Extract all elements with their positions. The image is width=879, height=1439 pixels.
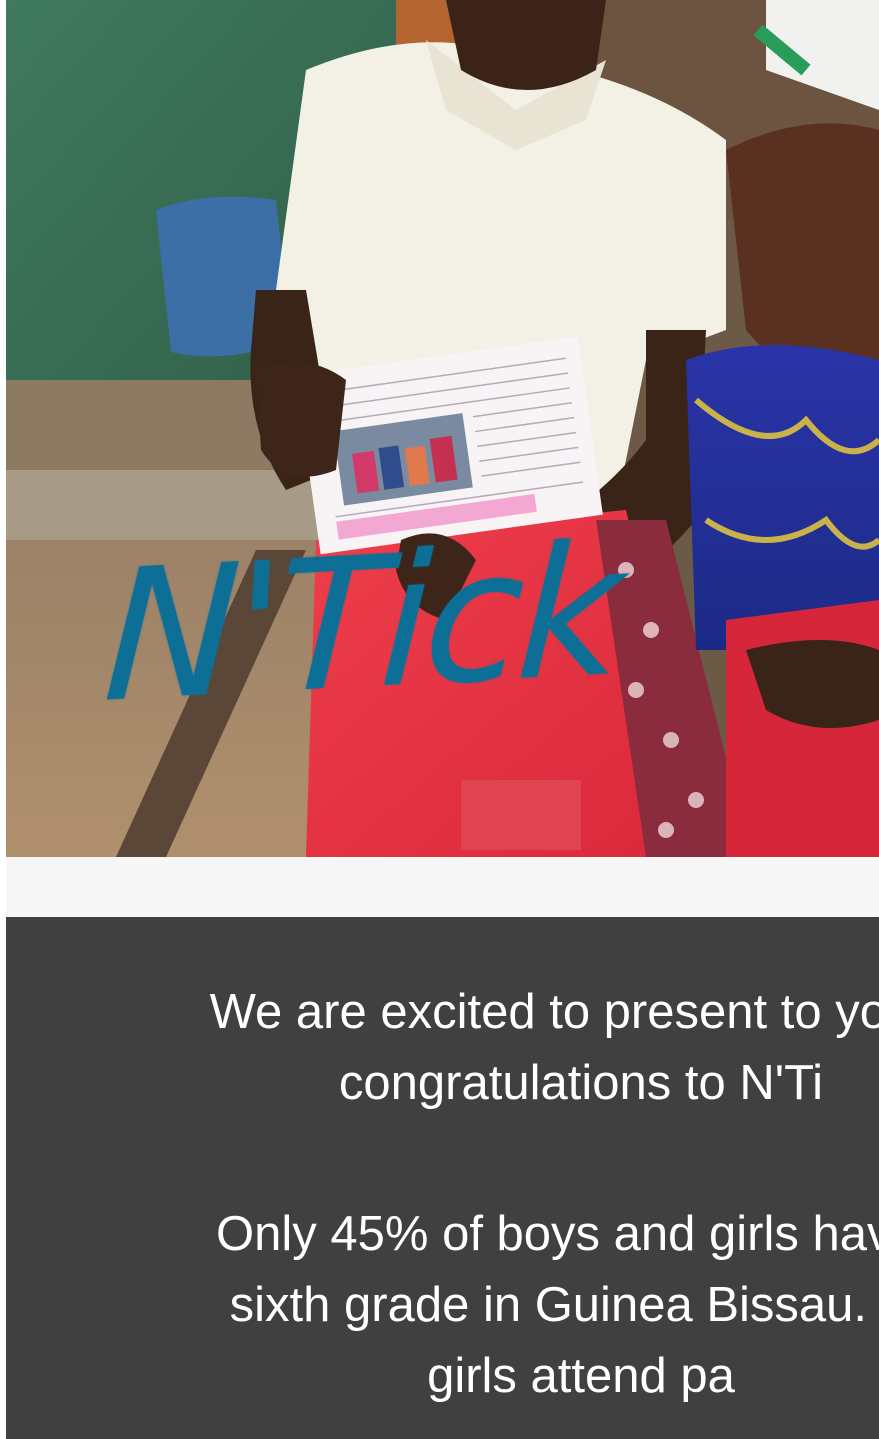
- hero-caption: N'Tick: [99, 506, 622, 743]
- woman-lap: [726, 600, 879, 857]
- holding-hand-left: [256, 362, 346, 477]
- hero-photo: N'Tick: [6, 0, 879, 857]
- statistics-line-1: Only 45% of boys and girls have t: [216, 1207, 879, 1261]
- intro-line-2: congratulations to N'Ti: [338, 1056, 824, 1110]
- statistics-line-2: sixth grade in Guinea Bissau. Of: [229, 1278, 879, 1332]
- skirt-patch: [461, 780, 581, 850]
- page: N'Tick We are excited to present to you …: [0, 0, 879, 1439]
- intro-paragraph: We are excited to present to you c congr…: [6, 977, 879, 1119]
- content-section: We are excited to present to you c congr…: [6, 917, 879, 1439]
- statistics-line-3: girls attend pa: [427, 1349, 735, 1403]
- section-gap: [6, 857, 879, 917]
- statistics-paragraph: Only 45% of boys and girls have t sixth …: [6, 1199, 879, 1412]
- intro-line-1: We are excited to present to you c: [209, 985, 879, 1039]
